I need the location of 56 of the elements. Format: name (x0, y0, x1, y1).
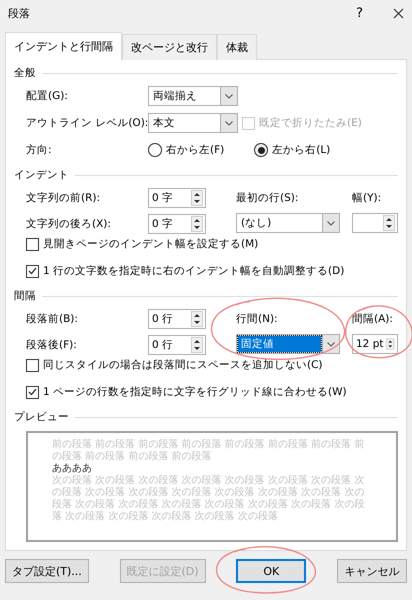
section-heading: 間隔 (14, 289, 36, 304)
dialog-button[interactable]: タブ設定(T)... (5, 559, 89, 583)
section-heading: プレビュー (14, 410, 69, 424)
preview-text: ああああ (52, 463, 93, 474)
checkbox[interactable]: 1 行の文字数を指定時に右のインデント幅を自動調整する(D) (26, 264, 344, 278)
dropdown-field[interactable]: 両端揃え (148, 86, 238, 106)
dropdown-field[interactable]: (なし) (236, 213, 340, 233)
checkbox[interactable]: 同じスタイルの場合は段落間にスペースを追加しない(C) (26, 358, 323, 372)
chevron-down-icon (327, 342, 335, 347)
field-label: 配置(G): (26, 89, 69, 103)
field-label: 段落後(F): (26, 338, 78, 352)
preview-text: 次の段落 次の段落 次の段落 次の段落 次の段落 次の段落 次の段落 次の段落 次の段落 次の段落 次の段落 次の段落 次の段落 次の段落 次の段落 次の段落 次の段落 次の段落 次の段落 次の段落 次の段落 次の段落 次の段落 次の段落 次の段落 次の段落 次の段落 (52, 475, 366, 524)
help-button[interactable]: ? (356, 6, 363, 20)
dropdown-field[interactable]: 固定値 (236, 334, 340, 354)
spin-arrows-icon (191, 337, 203, 354)
spin-arrows-icon (383, 215, 395, 231)
dialog-button[interactable]: OK (236, 559, 306, 583)
radio-button[interactable] (254, 143, 268, 157)
option-label: 右から左(F) (166, 143, 224, 157)
spin-field[interactable]: 0 行 (148, 309, 206, 330)
field-label: 文字列の後ろ(X): (26, 217, 112, 231)
field-label: 間隔(A): (352, 312, 394, 328)
spin-field[interactable]: 0 字 (148, 188, 206, 208)
chevron-down-icon (225, 120, 233, 126)
preview-text: 前の段落 前の段落 前の段落 前の段落 前の段落 前の段落 前の段落 前の段落 前の段落 前の段落 前の段落 (52, 439, 366, 464)
tab[interactable]: 体裁 (217, 34, 257, 60)
spin-arrows-icon (386, 336, 395, 352)
dropdown-field[interactable]: 本文 (148, 113, 238, 133)
field-label: 行間(N): (236, 312, 279, 328)
window-title: 段落 (8, 6, 31, 20)
option-label: 左から右(L) (272, 143, 330, 157)
field-label: 方向: (26, 143, 53, 157)
section-heading: インデント (14, 168, 69, 182)
radio-button[interactable] (148, 143, 162, 157)
spin-arrows-icon (191, 190, 203, 206)
chevron-down-icon (327, 220, 335, 226)
spin-field[interactable]: 12 pt (352, 334, 398, 354)
spin-field[interactable]: 0 行 (148, 335, 206, 356)
dialog-button[interactable]: キャンセル (336, 559, 407, 583)
checkbox[interactable]: 1 ページの行数を指定時に文字を行グリッド線に合わせる(W) (26, 385, 347, 400)
checkmark-icon (28, 388, 37, 396)
spin-field[interactable] (352, 213, 398, 233)
spin-arrows-icon (191, 216, 203, 232)
chevron-down-icon (225, 94, 233, 98)
spin-field[interactable]: 0 字 (148, 214, 206, 234)
tab[interactable]: 改ページと改行 (122, 34, 217, 60)
field-label: 最初の行(S): (236, 191, 300, 206)
field-label: 段落前(B): (26, 312, 79, 326)
field-label: 幅(Y): (352, 191, 382, 206)
checkbox[interactable]: 見開きページのインデント幅を設定する(M) (26, 237, 258, 252)
section-heading: 全般 (14, 66, 36, 80)
spin-arrows-icon (191, 311, 203, 328)
tab[interactable]: インデントと行間隔 (5, 32, 122, 60)
checkmark-icon (28, 267, 37, 276)
field-label: 文字列の前(R): (26, 191, 102, 205)
close-icon[interactable] (393, 8, 404, 18)
